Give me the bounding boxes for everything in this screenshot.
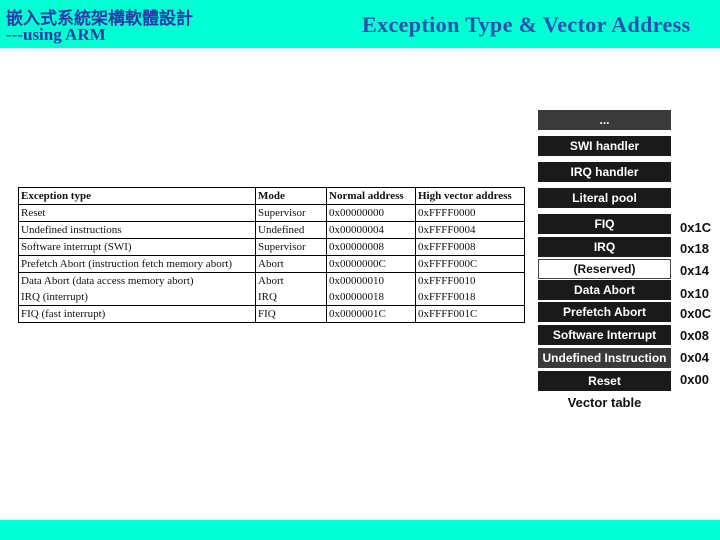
vector-entry-fiq: FIQ <box>538 214 671 234</box>
vector-entry-swi-handler: SWI handler <box>538 136 671 156</box>
cell-normal-address: 0x00000010 <box>326 272 416 289</box>
vector-entry-reserved: (Reserved) <box>538 259 671 279</box>
footer-fade <box>0 510 720 520</box>
cell-mode: Abort <box>255 272 327 289</box>
cell-normal-address: 0x0000001C <box>326 305 416 323</box>
vector-entry-literal-pool: Literal pool <box>538 188 671 208</box>
cell-exception-type: IRQ (interrupt) <box>18 289 256 306</box>
cell-mode: Abort <box>255 255 327 273</box>
cell-exception-type: Data Abort (data access memory abort) <box>18 272 256 289</box>
column-header-exception-type: Exception type <box>18 187 256 205</box>
cell-exception-type: Reset <box>18 204 256 222</box>
vector-entry-data-abort: Data Abort <box>538 280 671 300</box>
vector-entry-ellipsis: ... <box>538 110 671 130</box>
cell-high-vector-address: 0xFFFF000C <box>415 255 525 273</box>
cell-exception-type: Prefetch Abort (instruction fetch memory… <box>18 255 256 273</box>
cell-normal-address: 0x00000008 <box>326 238 416 256</box>
vector-address-undefined-instruction: 0x04 <box>680 350 709 365</box>
table-header-row: Exception type Mode Normal address High … <box>18 187 525 205</box>
vector-table-caption: Vector table <box>567 395 642 410</box>
table-row: Prefetch Abort (instruction fetch memory… <box>18 255 525 273</box>
cell-high-vector-address: 0xFFFF0008 <box>415 238 525 256</box>
cell-high-vector-address: 0xFFFF0010 <box>415 272 525 289</box>
column-header-normal-address: Normal address <box>326 187 416 205</box>
vector-entry-software-interrupt: Software Interrupt <box>538 325 671 345</box>
vector-entry-undefined-instruction: Undefined Instruction <box>538 348 671 368</box>
table-row: Software interrupt (SWI) Supervisor 0x00… <box>18 238 525 256</box>
vector-entry-irq: IRQ <box>538 237 671 257</box>
vector-entry-prefetch-abort: Prefetch Abort <box>538 302 671 322</box>
cell-high-vector-address: 0xFFFF0000 <box>415 204 525 222</box>
exception-table: Exception type Mode Normal address High … <box>18 187 525 323</box>
cell-exception-type: FIQ (fast interrupt) <box>18 305 256 323</box>
vector-entry-irq-handler: IRQ handler <box>538 162 671 182</box>
cell-mode: IRQ <box>255 289 327 306</box>
table-row: FIQ (fast interrupt) FIQ 0x0000001C 0xFF… <box>18 305 525 323</box>
vector-address-reserved: 0x14 <box>680 263 709 278</box>
slide-title: Exception Type & Vector Address <box>362 12 691 37</box>
vector-address-prefetch-abort: 0x0C <box>680 306 712 321</box>
cell-high-vector-address: 0xFFFF001C <box>415 305 525 323</box>
table-row: Data Abort (data access memory abort) Ab… <box>18 272 525 289</box>
vector-address-software-interrupt: 0x08 <box>680 328 709 343</box>
table-row: Reset Supervisor 0x00000000 0xFFFF0000 <box>18 204 525 222</box>
cell-exception-type: Software interrupt (SWI) <box>18 238 256 256</box>
cell-normal-address: 0x0000000C <box>326 255 416 273</box>
cell-normal-address: 0x00000018 <box>326 289 416 306</box>
cell-normal-address: 0x00000004 <box>326 221 416 239</box>
footer-band <box>0 520 720 540</box>
vector-address-fiq: 0x1C <box>680 220 712 235</box>
vector-address-irq: 0x18 <box>680 241 709 256</box>
cell-normal-address: 0x00000000 <box>326 204 416 222</box>
cell-mode: Supervisor <box>255 238 327 256</box>
cell-exception-type: Undefined instructions <box>18 221 256 239</box>
vector-address-data-abort: 0x10 <box>680 286 709 301</box>
table-row: Undefined instructions Undefined 0x00000… <box>18 221 525 239</box>
cell-high-vector-address: 0xFFFF0018 <box>415 289 525 306</box>
vector-entry-reset: Reset <box>538 371 671 391</box>
cell-mode: Supervisor <box>255 204 327 222</box>
column-header-mode: Mode <box>255 187 327 205</box>
table-row: IRQ (interrupt) IRQ 0x00000018 0xFFFF001… <box>18 289 525 306</box>
header-fade <box>0 48 720 56</box>
cell-mode: Undefined <box>255 221 327 239</box>
column-header-high-vector-address: High vector address <box>415 187 525 205</box>
cell-mode: FIQ <box>255 305 327 323</box>
cell-high-vector-address: 0xFFFF0004 <box>415 221 525 239</box>
vector-address-reset: 0x00 <box>680 372 709 387</box>
course-subtitle: ---using ARM <box>6 25 106 44</box>
